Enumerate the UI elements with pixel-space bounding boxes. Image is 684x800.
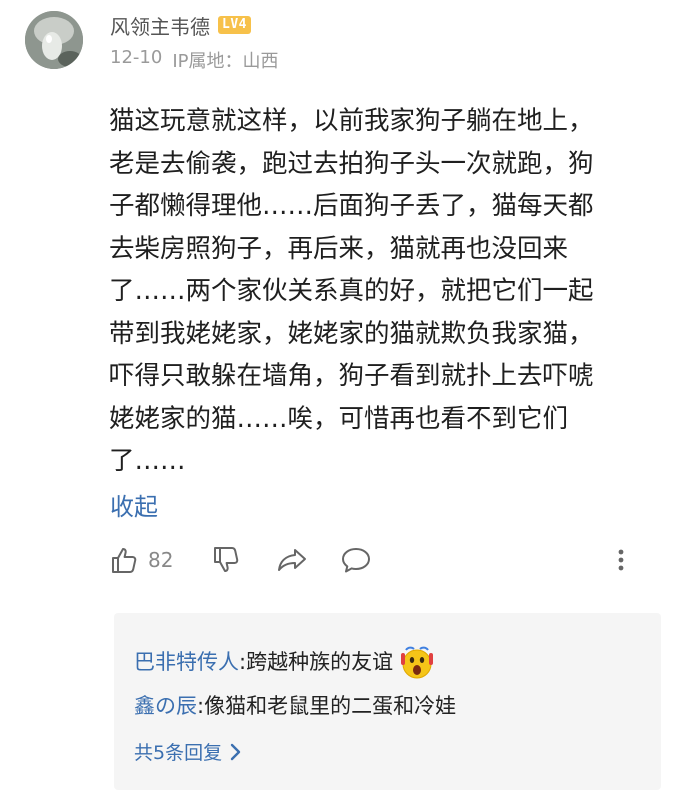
share-button[interactable] <box>276 540 308 580</box>
comment-line: 姥姥家的猫……唉，可惜再也看不到它们 <box>109 403 569 434</box>
avatar-image <box>25 11 83 69</box>
comment-meta: 12-10 IP属地：山西 <box>110 47 278 73</box>
reply-username[interactable]: 巴非特传人 <box>134 646 239 678</box>
share-icon <box>278 549 306 571</box>
like-count: 82 <box>148 548 174 572</box>
comment-line: 吓得只敢躲在墙角，狗子看到就扑上去吓唬 <box>109 361 594 391</box>
comment-button[interactable] <box>340 540 372 580</box>
shocked-face-emoji <box>401 646 434 679</box>
reply-separator: : <box>197 694 205 718</box>
comment-line: 猫这玩意就这样，以前我家狗子躺在地上， <box>109 106 594 136</box>
dislike-button[interactable] <box>212 540 242 580</box>
author-row: 风领主韦德 LV4 <box>110 10 251 40</box>
comment-line: 了…… <box>109 446 186 476</box>
thumbs-down-icon <box>214 547 239 572</box>
more-replies-label: 共5条回复 <box>134 742 223 764</box>
level-badge: LV4 <box>218 16 251 34</box>
author-name[interactable]: 风领主韦德 <box>110 11 210 40</box>
reply-item[interactable]: 鑫の辰 : 像猫和老鼠里的二蛋和冷娃 <box>134 690 456 722</box>
comment-icon <box>342 548 370 573</box>
chevron-right-icon <box>230 743 241 760</box>
comment-line: 带到我姥姥家，姥姥家的猫就欺负我家猫， <box>109 318 594 349</box>
comment-date: 12-10 <box>110 47 163 68</box>
comment-line: 了……两个家伙关系真的好，就把它们一起 <box>109 276 594 306</box>
comment-text: 猫这玩意就这样，以前我家狗子躺在地上， 老是去偷袭，跑过去拍狗子头一次就跑，狗 … <box>109 100 664 483</box>
view-all-replies-link[interactable]: 共5条回复 <box>134 738 242 765</box>
reply-separator: : <box>239 650 247 674</box>
reply-text: 跨越种族的友谊 <box>246 650 394 674</box>
comment-line: 去柴房照狗子，再后来，猫就再也没回来 <box>109 233 569 264</box>
comment-line: 子都懒得理他……后面狗子丢了，猫每天都 <box>109 191 594 221</box>
action-bar: 82 <box>110 540 640 580</box>
more-vertical-icon <box>618 549 624 571</box>
thumbs-up-icon <box>112 548 137 573</box>
like-button[interactable]: 82 <box>110 540 173 580</box>
collapse-link[interactable]: 收起 <box>110 487 158 522</box>
replies-preview: 巴非特传人 : 跨越种族的友谊 鑫の辰 : 像猫和老鼠里的二蛋和冷娃 共5条回复 <box>114 613 661 790</box>
avatar[interactable] <box>25 11 83 69</box>
more-options-button[interactable] <box>615 540 627 580</box>
reply-username[interactable]: 鑫の辰 <box>134 690 197 722</box>
ip-location: IP属地：山西 <box>172 51 279 72</box>
reply-text: 像猫和老鼠里的二蛋和冷娃 <box>204 694 457 718</box>
reply-item[interactable]: 巴非特传人 : 跨越种族的友谊 <box>134 642 437 682</box>
comment-line: 老是去偷袭，跑过去拍狗子头一次就跑，狗 <box>109 148 594 179</box>
